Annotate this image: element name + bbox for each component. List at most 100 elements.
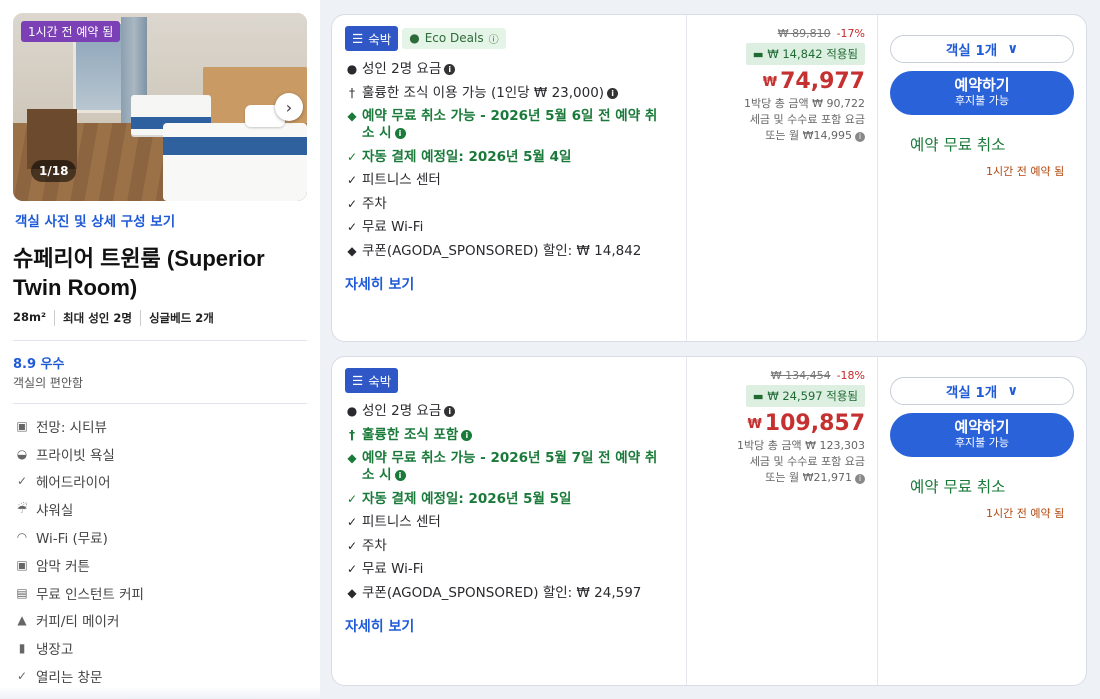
stay-tag: ☰ 숙박: [345, 367, 399, 393]
amenity-item: ▲ 커피/티 메이커: [13, 607, 307, 635]
offer-tags: ☰ 숙박: [345, 367, 686, 393]
bathroom-icon: ◒: [16, 446, 28, 461]
divider: [13, 403, 307, 404]
feature-item: ◆ 쿠폰(AGODA_SPONSORED) 할인: ₩ 24,597: [345, 585, 686, 602]
eco-deals-tag[interactable]: ● Eco Deals ⓘ: [402, 27, 506, 49]
feature-item: ✓ 자동 결제 예정일: 2026년 5월 4일: [345, 149, 686, 166]
offer-price: ₩ 89,810 -17% ▬ ₩ 14,842 적용됨 ₩74,977 1박당 …: [686, 15, 878, 341]
price-total: 1박당 총 금액 ₩ 90,722: [744, 97, 865, 110]
check-icon: ✓: [346, 515, 358, 529]
info-icon: ⓘ: [488, 34, 499, 46]
bed-icon: ☰: [352, 372, 364, 388]
feature-text: 피트니스 센터: [362, 514, 441, 530]
room-count-select[interactable]: 객실 1개 ∨: [890, 377, 1074, 405]
room-photo[interactable]: 1시간 전 예약 됨 › 1/18: [13, 13, 307, 201]
feature-item: ● 성인 2명 요금 i: [345, 403, 686, 420]
amenity-label: 커피/티 메이커: [36, 614, 120, 631]
feature-text: 피트니스 센터: [362, 172, 441, 188]
price-total: 1박당 총 금액 ₩ 123,303: [737, 439, 865, 452]
feature-text: 성인 2명 요금: [362, 403, 442, 419]
urgency-label: 1시간 전 예약 됨: [986, 507, 1065, 520]
check-icon: ✓: [16, 474, 28, 489]
feature-item: ● 성인 2명 요금 i: [345, 61, 686, 78]
free-cancellation-label: 예약 무료 취소: [910, 136, 1006, 154]
feature-item: † 훌륭한 조식 포함 i: [345, 427, 686, 444]
info-icon[interactable]: i: [461, 429, 473, 441]
globe-icon: ●: [409, 31, 420, 45]
info-icon[interactable]: i: [394, 128, 406, 139]
ticket-icon: ▬: [752, 389, 764, 403]
room-count-select[interactable]: 객실 1개 ∨: [890, 35, 1074, 63]
room-occupancy: 최대 성인 2명: [63, 310, 141, 326]
room-count-label: 객실 1개: [945, 385, 998, 401]
info-icon[interactable]: i: [394, 470, 406, 481]
feature-text: 주차: [362, 537, 387, 554]
amenity-label: 헤어드라이어: [36, 475, 111, 492]
currency: ₩: [762, 75, 778, 90]
price-tax-note: 세금 및 수수료 포함 요금: [749, 455, 865, 468]
price-monthly: 또는 월 ₩21,971 i: [687, 470, 865, 486]
offer-actions: 객실 1개 ∨ 예약하기 후지불 가능 예약 무료 취소 1시간 전 예약 됨: [878, 357, 1088, 685]
feature-text: 예약 무료 취소 가능 - 2026년 5월 6일 전 예약 취소 시: [362, 108, 658, 141]
offer-actions: 객실 1개 ∨ 예약하기 후지불 가능 예약 무료 취소 1시간 전 예약 됨: [878, 15, 1088, 341]
amenity-label: 샤워실: [36, 503, 74, 520]
info-icon[interactable]: i: [855, 132, 865, 142]
photo-counter: 1/18: [31, 160, 77, 182]
feature-text: 훌륭한 조식 이용 가능 (1인당 ₩ 23,000): [362, 84, 605, 101]
old-price: ₩ 89,810: [777, 27, 831, 40]
room-photos-link[interactable]: 객실 사진 및 상세 구성 보기: [15, 210, 307, 230]
discount-percent: -18%: [836, 369, 865, 382]
shield-icon: ◆: [347, 109, 357, 123]
offer-card: ☰ 숙박 ● 성인 2명 요금 i † 훌륭한 조식 포함 i ◆ 예약 무료 취소 가능 …: [331, 356, 1087, 686]
info-icon[interactable]: i: [444, 64, 456, 75]
coupon-icon: ◆: [347, 243, 357, 258]
amenity-item: ◒ 프라이빗 욕실: [13, 440, 307, 468]
book-button[interactable]: 예약하기 후지불 가능: [890, 413, 1074, 457]
feature-item: ✓ 자동 결제 예정일: 2026년 5월 5일: [345, 491, 686, 508]
feature-text: 자동 결제 예정일: 2026년 5월 5일: [362, 490, 572, 507]
book-button[interactable]: 예약하기 후지불 가능: [890, 71, 1074, 115]
eco-deals-label: Eco Deals: [424, 31, 484, 45]
old-price-row: ₩ 89,810 -17%: [687, 27, 865, 40]
fork-icon: †: [349, 85, 355, 100]
divider: [13, 340, 307, 341]
offer-tags: ☰ 숙박 ● Eco Deals ⓘ: [345, 25, 686, 51]
info-icon[interactable]: i: [855, 474, 865, 484]
book-button-sublabel: 후지불 가능: [954, 94, 1010, 107]
offer-features: ☰ 숙박 ● 성인 2명 요금 i † 훌륭한 조식 포함 i ◆ 예약 무료 취소 가능 …: [332, 357, 686, 685]
stay-tag-label: 숙박: [368, 373, 392, 389]
feature-item: ✓ 피트니스 센터: [345, 514, 686, 531]
feature-text: 쿠폰(AGODA_SPONSORED) 할인: ₩ 24,597: [362, 584, 642, 601]
amenity-label: 무료 인스턴트 커피: [36, 586, 144, 603]
chevron-down-icon: ∨: [1007, 383, 1019, 399]
coupon-applied-badge: ▬ ₩ 24,597 적용됨: [745, 385, 865, 407]
details-link[interactable]: 자세히 보기: [345, 616, 686, 636]
book-button-label: 예약하기: [954, 76, 1010, 94]
info-icon[interactable]: i: [444, 406, 456, 417]
amenity-label: 프라이빗 욕실: [36, 447, 115, 464]
feature-item: ◆ 예약 무료 취소 가능 - 2026년 5월 6일 전 예약 취소 시i: [345, 108, 667, 142]
coffee-icon: ▤: [16, 585, 28, 600]
chevron-right-icon[interactable]: ›: [275, 93, 303, 121]
info-icon[interactable]: i: [607, 87, 619, 99]
details-link[interactable]: 자세히 보기: [345, 274, 686, 294]
feature-item: ✓ 주차: [345, 538, 686, 555]
room-specs: 28m² 최대 성인 2명 싱글베드 2개: [13, 310, 307, 326]
scroll-fade: [0, 687, 320, 699]
check-icon: ✓: [346, 173, 358, 187]
amenity-item: ◠ Wi-Fi (무료): [13, 523, 307, 551]
room-title: 슈페리어 트윈룸 (Superior Twin Room): [13, 246, 265, 300]
price-monthly: 또는 월 ₩14,995 i: [687, 128, 865, 144]
check-icon: ✓: [346, 220, 358, 234]
price-monthly-label: 또는 월 ₩21,971: [765, 471, 852, 484]
coupon-applied-label: ₩ 24,597 적용됨: [767, 389, 858, 403]
price: ₩74,977: [687, 69, 865, 94]
room-rating-subtitle: 객실의 편안함: [13, 376, 84, 390]
amenity-item: ▣ 전망: 시티뷰: [13, 412, 307, 440]
feature-item: † 훌륭한 조식 이용 가능 (1인당 ₩ 23,000) i: [345, 85, 686, 102]
feature-text: 성인 2명 요금: [362, 61, 442, 77]
amenity-item: ☔ 샤워실: [13, 495, 307, 523]
price-tax-note: 세금 및 수수료 포함 요금: [749, 113, 865, 126]
old-price-row: ₩ 134,454 -18%: [687, 369, 865, 382]
fork-icon: †: [349, 427, 355, 442]
